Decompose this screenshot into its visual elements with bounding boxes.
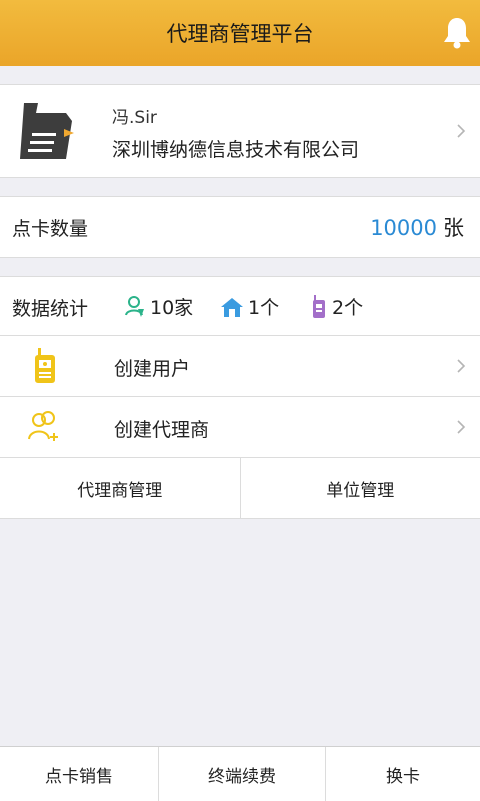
create-agent-row[interactable]: 创建代理商 [0,397,480,458]
page-title: 代理商管理平台 [167,18,314,48]
home-icon [220,296,244,318]
stat-users: 10家 [124,293,193,320]
stat-users-value: 10家 [150,293,193,320]
user-name: 冯.Sir [112,103,157,128]
stat-terminals: 2个 [310,293,363,320]
stats-row: 数据统计 10家 1个 2个 [0,276,480,336]
bottom-nav: 点卡销售 终端续费 换卡 [0,746,480,801]
card-count-unit: 张 [443,216,464,240]
walkie-talkie-icon [28,348,62,384]
tab-agent-manage[interactable]: 代理商管理 [0,458,240,518]
card-count-number: 10000 [370,216,437,240]
chevron-right-icon [456,123,466,139]
bell-icon[interactable] [442,16,472,50]
stats-label: 数据统计 [12,294,88,321]
create-agent-label: 创建代理商 [114,415,209,442]
create-user-row[interactable]: 创建用户 [0,336,480,397]
stat-units-value: 1个 [248,293,279,320]
user-location-icon [124,295,146,319]
manage-tabs: 代理商管理 单位管理 [0,458,480,519]
chevron-right-icon [456,358,466,374]
profile-card[interactable]: 冯.Sir 深圳博纳德信息技术有限公司 [0,84,480,178]
card-count-value: 10000张 [370,212,464,242]
nav-swap-card[interactable]: 换卡 [325,747,480,801]
tab-unit-manage[interactable]: 单位管理 [240,458,480,518]
add-users-icon [28,409,62,445]
walkie-talkie-icon [310,295,328,319]
company-name: 深圳博纳德信息技术有限公司 [112,135,359,162]
app-header: 代理商管理平台 [0,0,480,66]
card-count-row: 点卡数量 10000张 [0,196,480,258]
create-user-label: 创建用户 [114,354,190,381]
nav-terminal-renewal[interactable]: 终端续费 [158,747,325,801]
nav-card-sales[interactable]: 点卡销售 [0,747,158,801]
card-count-label: 点卡数量 [12,214,88,241]
stat-units: 1个 [220,293,279,320]
company-logo [14,99,76,163]
chevron-right-icon [456,419,466,435]
stat-terminals-value: 2个 [332,293,363,320]
